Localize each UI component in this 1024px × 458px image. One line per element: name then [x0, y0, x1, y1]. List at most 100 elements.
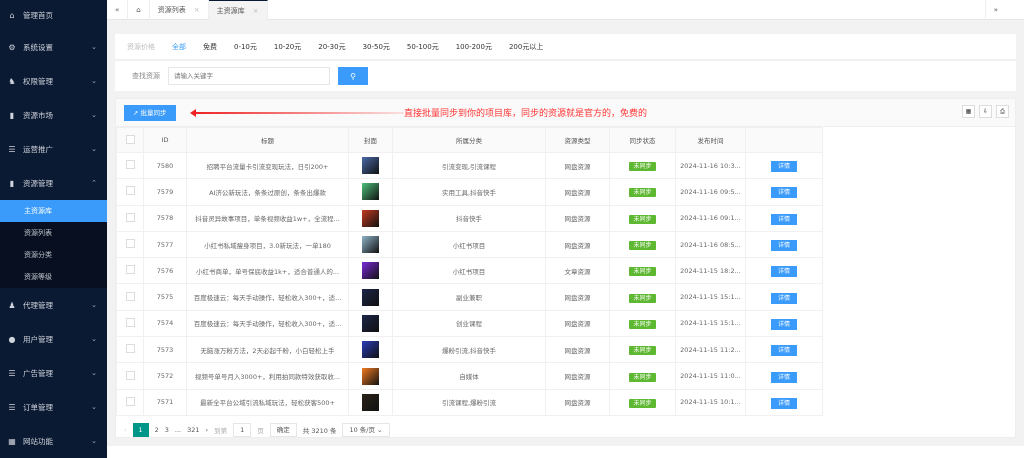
title-cell: 百度极速云：每天手动操作，轻松收入300+，适... [186, 283, 349, 311]
price-option[interactable]: 50-100元 [407, 42, 439, 52]
row-checkbox-cell[interactable] [116, 204, 144, 232]
page-button[interactable]: 1 [132, 422, 149, 437]
row-checkbox-cell[interactable] [116, 283, 144, 311]
tab-resource-list[interactable]: 资源列表 × [150, 0, 209, 20]
sidebar-item[interactable]: ☰ 广告管理 ⌄ [0, 356, 107, 390]
title-cell: 小红书私域瘦身项目，3.0新玩法，一单180 [186, 230, 349, 259]
cover-cell [348, 388, 393, 416]
price-option[interactable]: 200元以上 [509, 42, 543, 52]
chevron-down-icon: ⌄ [91, 369, 97, 377]
id-cell: 7577 [143, 230, 187, 259]
sidebar-item[interactable]: ▮ 资源市场 ⌄ [0, 98, 107, 132]
detail-button[interactable]: 详情 [770, 292, 797, 304]
column-header: 标题 [186, 127, 349, 153]
checkbox[interactable] [125, 396, 135, 406]
price-option[interactable]: 免费 [203, 42, 217, 52]
prev-page-icon[interactable]: ‹ [124, 426, 127, 434]
sidebar-item[interactable]: ▮ 资源管理 ⌃ [0, 166, 107, 200]
title-cell: AI济公新玩法，条条过原创，条条出爆款 [186, 178, 349, 206]
checkbox[interactable] [125, 344, 135, 354]
collapse-sidebar-icon[interactable]: « [107, 0, 129, 20]
detail-button[interactable]: 详情 [770, 240, 797, 252]
sidebar-item[interactable]: ♟ 代理管理 ⌄ [0, 288, 107, 322]
sidebar-item[interactable]: ♞ 权限管理 ⌄ [0, 64, 107, 98]
close-icon[interactable]: × [194, 6, 200, 14]
detail-button[interactable]: 详情 [770, 318, 797, 330]
detail-button[interactable]: 详情 [770, 345, 797, 357]
close-icon[interactable]: × [253, 7, 259, 15]
price-option[interactable]: 10-20元 [274, 42, 301, 52]
goto-confirm-button[interactable]: 确定 [269, 422, 297, 437]
home-icon: ⌂ [9, 10, 15, 20]
search-input[interactable] [168, 67, 330, 85]
type-cell: 文章资源 [545, 257, 610, 285]
checkbox[interactable] [125, 160, 135, 170]
row-checkbox-cell[interactable] [116, 178, 144, 206]
detail-button[interactable]: 详情 [770, 213, 797, 225]
checkbox[interactable] [125, 291, 135, 301]
print-icon[interactable]: ⎙ [996, 105, 1009, 118]
sidebar-item-label: 管理首页 [23, 10, 53, 20]
sidebar-item[interactable]: ☰ 订单管理 ⌄ [0, 390, 107, 424]
title-cell: 无脑涨万粉方法，2天必起千粉，小白轻松上手 [186, 336, 349, 364]
sidebar-item[interactable]: ▦ 网站功能 ⌄ [0, 424, 107, 458]
sidebar-item[interactable]: ⚙ 系统设置 ⌄ [0, 30, 107, 64]
detail-button[interactable]: 详情 [770, 161, 797, 173]
next-page-icon[interactable]: › [206, 426, 209, 434]
row-checkbox-cell[interactable] [116, 336, 144, 364]
row-checkbox-cell[interactable] [116, 388, 144, 416]
row-checkbox-cell[interactable] [116, 230, 144, 259]
row-checkbox-cell[interactable] [116, 257, 144, 285]
page-button[interactable]: 321 [187, 426, 199, 434]
chevron-down-icon: ⌄ [91, 335, 97, 343]
sidebar-subitem[interactable]: 主资源库 [0, 200, 107, 222]
detail-button[interactable]: 详情 [770, 187, 797, 199]
sidebar-item-label: 代理管理 [23, 300, 53, 310]
row-checkbox-cell[interactable] [116, 362, 144, 390]
sidebar-item[interactable]: ● 用户管理 ⌄ [0, 322, 107, 356]
sidebar-item[interactable]: ⌂ 管理首页 [0, 0, 107, 30]
detail-button[interactable]: 详情 [770, 371, 797, 383]
page-button[interactable]: 3 [165, 426, 169, 434]
price-option[interactable]: 20-30元 [318, 42, 345, 52]
checkbox[interactable] [125, 265, 135, 275]
columns-icon[interactable]: ▦ [962, 105, 975, 118]
tab-main-library[interactable]: 主资源库 × [208, 0, 268, 20]
detail-button[interactable]: 详情 [770, 266, 797, 278]
select-all-checkbox[interactable] [116, 127, 144, 153]
row-checkbox-cell[interactable] [116, 309, 144, 338]
goto-page-input[interactable]: 1 [233, 422, 252, 437]
table-row: 7575 百度极速云：每天手动操作，轻松收入300+，适... 副业兼职 网盘资源 未同… [116, 283, 823, 311]
checkbox[interactable] [125, 134, 135, 144]
checkbox[interactable] [125, 186, 135, 196]
checkbox[interactable] [125, 212, 135, 222]
price-option[interactable]: 30-50元 [363, 42, 390, 52]
table-row: 7573 无脑涨万粉方法，2天必起千粉，小白轻松上手 爆粉引流,抖音快手 网盘资源 未同… [116, 336, 823, 364]
checkbox[interactable] [125, 239, 135, 249]
goto-label: 到第 [214, 426, 228, 435]
page-size-select[interactable]: 10 条/页 ⌄ [342, 422, 390, 437]
status-badge: 未同步 [629, 188, 656, 198]
status-badge: 未同步 [629, 319, 656, 329]
category-cell: 副业兼职 [392, 283, 546, 311]
sidebar-subitem[interactable]: 资源等级 [0, 266, 107, 288]
page-button[interactable]: 2 [155, 426, 159, 434]
detail-button[interactable]: 详情 [770, 397, 797, 409]
search-button[interactable]: ⚲ [338, 67, 368, 85]
price-option[interactable]: 100-200元 [456, 42, 492, 52]
home-tab-icon[interactable]: ⌂ [128, 0, 150, 20]
sidebar-subitem[interactable]: 资源分类 [0, 244, 107, 266]
checkbox[interactable] [125, 317, 135, 327]
chevron-down-icon: ⌄ [91, 43, 97, 51]
batch-sync-button[interactable]: ➚ 批量同步 [124, 104, 176, 121]
sidebar-item-label: 广告管理 [23, 368, 53, 378]
scroll-tabs-right-icon[interactable]: » [984, 0, 1006, 20]
checkbox[interactable] [125, 370, 135, 380]
row-checkbox-cell[interactable] [116, 151, 144, 180]
price-option[interactable]: 0-10元 [234, 42, 257, 52]
price-option[interactable]: 全部 [172, 42, 186, 52]
export-icon[interactable]: ⇩ [979, 105, 992, 118]
type-cell: 网盘资源 [545, 388, 610, 416]
sidebar-item[interactable]: ☰ 运营推广 ⌄ [0, 132, 107, 166]
sidebar-subitem[interactable]: 资源列表 [0, 222, 107, 244]
